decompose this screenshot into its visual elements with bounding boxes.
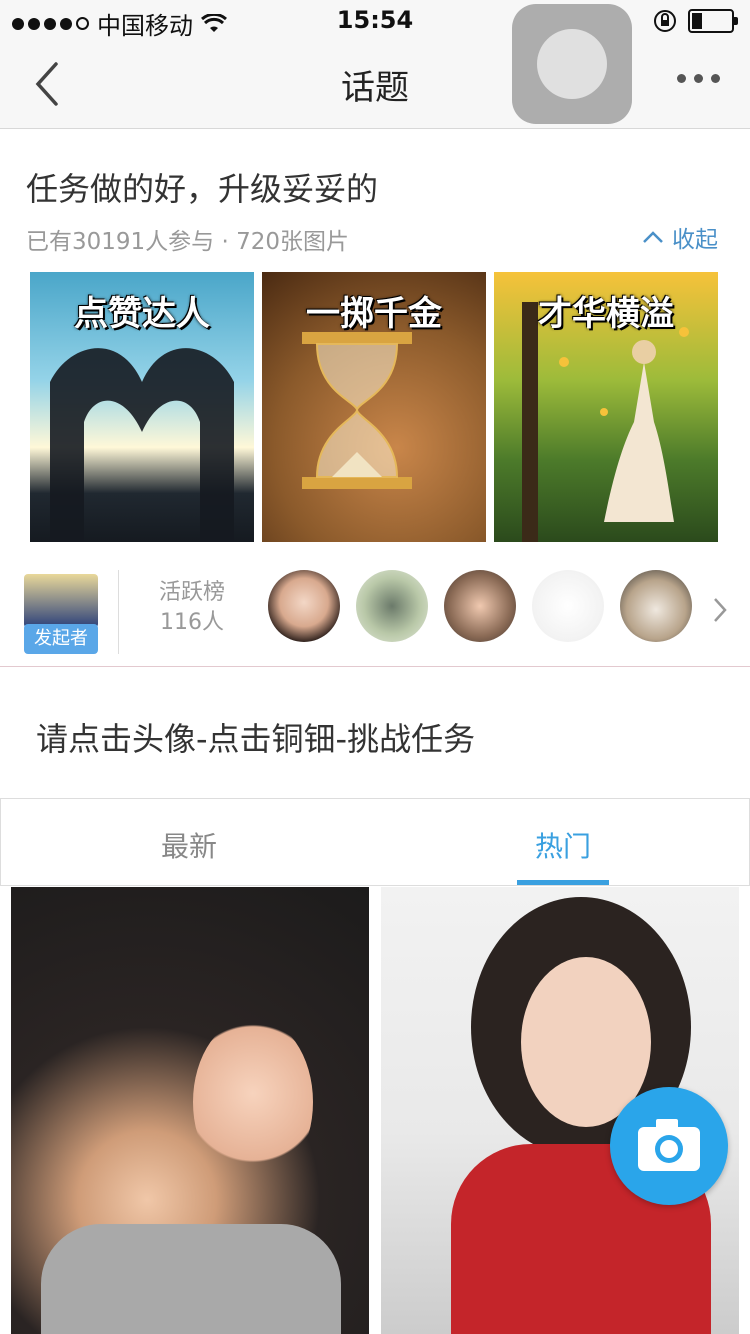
topic-title: 任务做的好，升级妥妥的 bbox=[26, 170, 379, 208]
collapse-button[interactable]: 收起 bbox=[642, 220, 718, 254]
chevron-up-icon bbox=[643, 231, 663, 243]
tab-newest[interactable]: 最新 bbox=[161, 825, 217, 865]
active-ranking-button[interactable]: 活跃榜 116人 bbox=[130, 578, 254, 638]
avatar[interactable] bbox=[268, 570, 340, 642]
starter-avatar[interactable]: 发起者 bbox=[24, 574, 98, 654]
avatar[interactable] bbox=[356, 570, 428, 642]
feed-photo-couple[interactable] bbox=[11, 887, 369, 1334]
task-card-like-master[interactable]: 点赞达人 bbox=[30, 272, 254, 542]
starter-logo-image bbox=[24, 574, 98, 628]
orientation-lock-icon bbox=[654, 10, 676, 32]
task-cards: 点赞达人 一掷千金 才华横溢 bbox=[30, 272, 718, 542]
task-card-talented[interactable]: 才华横溢 bbox=[494, 272, 718, 542]
avatar[interactable] bbox=[620, 570, 692, 642]
page-title: 话题 bbox=[341, 68, 409, 108]
active-user-avatars bbox=[268, 570, 692, 642]
battery-icon bbox=[688, 9, 738, 33]
instruction-text: 请点击头像-点击铜钿-挑战任务 bbox=[36, 720, 476, 758]
camera-button[interactable] bbox=[610, 1087, 728, 1205]
card-label: 点赞达人 bbox=[74, 294, 210, 334]
topic-meta: 已有30191人参与 · 720张图片 bbox=[26, 229, 349, 255]
photo-face bbox=[193, 1017, 313, 1187]
tab-active-indicator bbox=[517, 880, 609, 885]
card-label: 一掷千金 bbox=[306, 294, 442, 334]
chevron-right-icon[interactable] bbox=[712, 596, 728, 624]
camera-icon bbox=[638, 1119, 700, 1171]
avatar[interactable] bbox=[444, 570, 516, 642]
feed-tabs: 最新 热门 bbox=[0, 798, 750, 886]
rank-title: 活跃榜 bbox=[158, 580, 225, 605]
more-options-icon[interactable] bbox=[677, 74, 720, 83]
clock: 15:54 bbox=[336, 6, 414, 34]
nav-bar: 话题 bbox=[0, 40, 750, 129]
tab-hot[interactable]: 热门 bbox=[535, 825, 591, 865]
collapse-label: 收起 bbox=[672, 227, 718, 253]
task-card-big-spender[interactable]: 一掷千金 bbox=[262, 272, 486, 542]
starter-badge: 发起者 bbox=[24, 624, 98, 654]
avatar[interactable] bbox=[532, 570, 604, 642]
photo-shirt bbox=[41, 1224, 341, 1334]
divider bbox=[118, 570, 119, 654]
active-ranking-row: 发起者 活跃榜 116人 bbox=[0, 562, 750, 667]
card-label: 才华横溢 bbox=[538, 294, 674, 334]
assistive-touch-button[interactable] bbox=[512, 4, 632, 124]
rank-count: 116人 bbox=[160, 610, 224, 635]
status-bar: 中国移动 15:54 bbox=[0, 0, 750, 40]
